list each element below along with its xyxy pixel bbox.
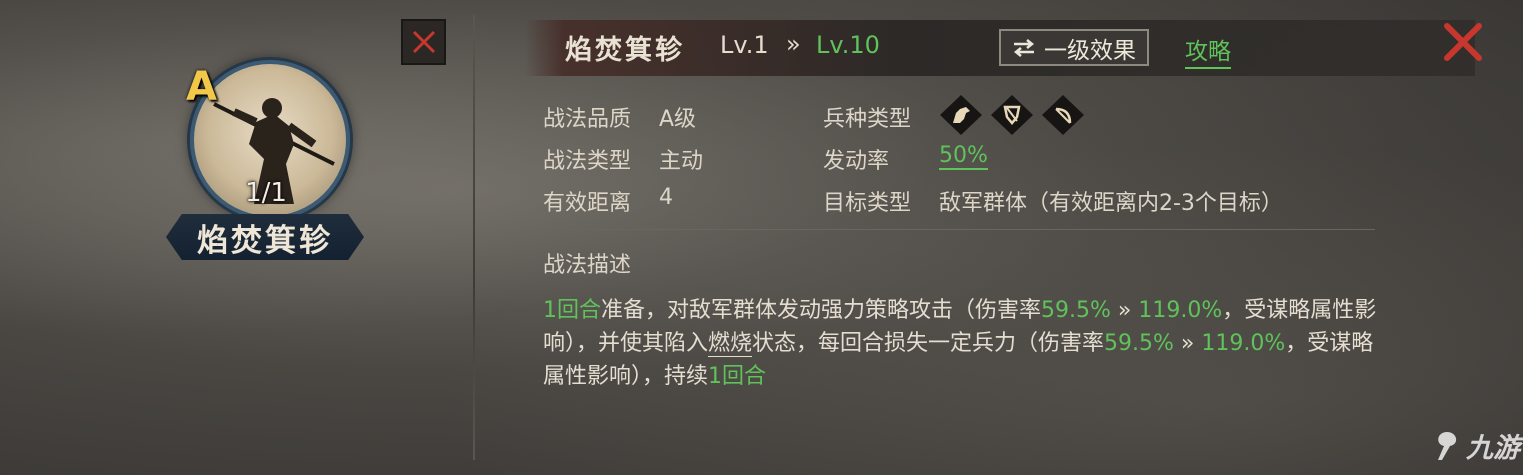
swap-icon (1013, 38, 1035, 57)
desc-damage-to: 119.0% (1138, 298, 1223, 323)
bow-icon[interactable] (1042, 95, 1084, 135)
cavalry-icon[interactable] (940, 95, 982, 135)
quality-value: A级 (659, 107, 697, 132)
skill-title: 焰焚箕轸 (565, 35, 685, 66)
effect-button-label: 一级效果 (1044, 37, 1136, 64)
range-value: 4 (659, 185, 673, 210)
grade-badge: A (186, 64, 217, 110)
level-to: Lv.10 (816, 31, 880, 59)
watermark: 九游 (1432, 426, 1520, 465)
attr-target: 目标类型 敌军群体（有效距离内2-3个目标） (823, 185, 1283, 217)
effect-toggle-button[interactable]: 一级效果 (999, 29, 1149, 66)
attr-range: 有效距离 4 (543, 185, 673, 217)
watermark-text: 九游 (1466, 433, 1520, 464)
attr-troop: 兵种类型 (823, 101, 911, 133)
type-value: 主动 (659, 149, 704, 174)
attr-quality: 战法品质 A级 (543, 101, 696, 133)
desc-arrow: » (1173, 331, 1202, 356)
desc-burn-damage-from: 59.5% (1104, 331, 1174, 356)
watermark-logo-icon (1438, 431, 1457, 460)
target-label: 目标类型 (823, 191, 912, 216)
attr-rate: 发动率 50% (823, 143, 988, 175)
close-icon[interactable] (1441, 20, 1485, 64)
description-text: 1回合准备，对敌军群体发动强力策略攻击（伤害率59.5% » 119.0%，受谋… (543, 294, 1383, 393)
desc-burn-damage-to: 119.0% (1201, 331, 1286, 356)
panel-divider (473, 15, 475, 460)
description-title: 战法描述 (543, 253, 632, 278)
desc-damage-from: 59.5% (1041, 298, 1111, 323)
attr-type: 战法类型 主动 (543, 143, 703, 175)
rate-value: 50% (939, 143, 988, 170)
guide-link[interactable]: 攻略 (1185, 32, 1231, 69)
burn-status-link[interactable]: 燃烧 (708, 331, 753, 357)
skill-name: 焰焚箕轸 (197, 222, 333, 259)
rate-label: 发动率 (823, 149, 890, 174)
close-icon[interactable] (401, 19, 446, 65)
quality-label: 战法品质 (543, 107, 632, 132)
troop-label: 兵种类型 (823, 107, 912, 132)
section-divider (540, 229, 1375, 230)
target-value: 敌军群体（有效距离内2-3个目标） (939, 191, 1283, 216)
desc-prep-turns: 1回合 (543, 298, 601, 323)
shield-icon[interactable] (991, 95, 1033, 135)
desc-text: 状态，每回合损失一定兵力（伤害率 (752, 331, 1105, 356)
level-from: Lv.1 (720, 31, 769, 59)
level-arrow-icon: » (786, 30, 801, 58)
skill-count: 1/1 (245, 178, 287, 208)
range-label: 有效距离 (543, 191, 632, 216)
desc-arrow: » (1110, 298, 1139, 323)
type-label: 战法类型 (543, 149, 632, 174)
desc-duration: 1回合 (708, 364, 767, 389)
desc-text: 准备，对敌军群体发动强力策略攻击（伤害率 (601, 298, 1042, 323)
troop-type-list (940, 95, 1084, 135)
skill-name-plate: 焰焚箕轸 (166, 214, 364, 260)
